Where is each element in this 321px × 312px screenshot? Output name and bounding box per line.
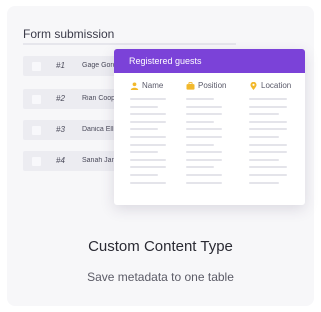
placeholder-line	[186, 158, 222, 161]
placeholder-line	[249, 151, 287, 154]
placeholder-line	[186, 174, 222, 176]
column-label: Location	[261, 81, 292, 90]
placeholder-line	[130, 136, 166, 138]
row-number: #1	[56, 61, 65, 70]
feature-subtitle: Save metadata to one table	[87, 270, 234, 284]
registered-guests-panel: Registered guests Name Position Location	[114, 49, 305, 205]
column-header-name: Name	[130, 81, 163, 90]
row-checkbox	[32, 126, 41, 135]
placeholder-line	[186, 181, 222, 184]
placeholder-line	[130, 166, 166, 169]
column-header-location: Location	[249, 81, 291, 90]
row-checkbox	[32, 157, 41, 166]
placeholder-line	[249, 136, 279, 138]
placeholder-line	[130, 128, 158, 131]
location-pin-icon	[250, 81, 257, 90]
person-icon	[130, 81, 139, 90]
placeholder-line	[130, 158, 166, 161]
placeholder-line	[130, 181, 166, 184]
placeholder-line	[249, 181, 279, 184]
placeholder-line	[249, 105, 287, 108]
placeholder-line	[249, 120, 287, 123]
placeholder-line	[130, 120, 166, 123]
placeholder-line	[186, 136, 222, 138]
row-checkbox	[32, 62, 41, 71]
placeholder-line	[130, 105, 158, 108]
row-number: #4	[56, 156, 65, 165]
placeholder-line	[249, 128, 287, 131]
row-number: #2	[56, 94, 65, 103]
feature-title: Custom Content Type	[88, 238, 233, 255]
placeholder-line	[249, 113, 279, 116]
placeholder-line	[249, 174, 287, 176]
guests-header: Registered guests	[114, 49, 305, 73]
column-header-position: Position	[186, 81, 226, 90]
guests-title: Registered guests	[129, 56, 202, 66]
placeholder-line	[249, 98, 287, 100]
placeholder-line	[186, 151, 222, 154]
placeholder-line	[249, 166, 287, 169]
placeholder-line	[186, 166, 214, 169]
placeholder-line	[130, 143, 166, 146]
column-label: Name	[142, 81, 164, 90]
placeholder-line	[186, 105, 222, 108]
form-title-underline	[23, 43, 236, 45]
placeholder-line	[249, 158, 279, 161]
placeholder-line	[186, 98, 214, 100]
placeholder-line	[249, 143, 287, 146]
placeholder-line	[130, 98, 166, 100]
placeholder-line	[186, 113, 222, 116]
row-checkbox	[32, 95, 41, 104]
row-number: #3	[56, 125, 65, 134]
placeholder-line	[130, 151, 158, 154]
briefcase-icon	[186, 81, 195, 90]
form-title: Form submission	[23, 27, 115, 41]
placeholder-line	[130, 174, 158, 176]
placeholder-line	[186, 120, 214, 123]
column-label: Position	[198, 81, 227, 90]
placeholder-line	[130, 113, 166, 116]
placeholder-line	[186, 128, 222, 131]
placeholder-line	[186, 143, 214, 146]
